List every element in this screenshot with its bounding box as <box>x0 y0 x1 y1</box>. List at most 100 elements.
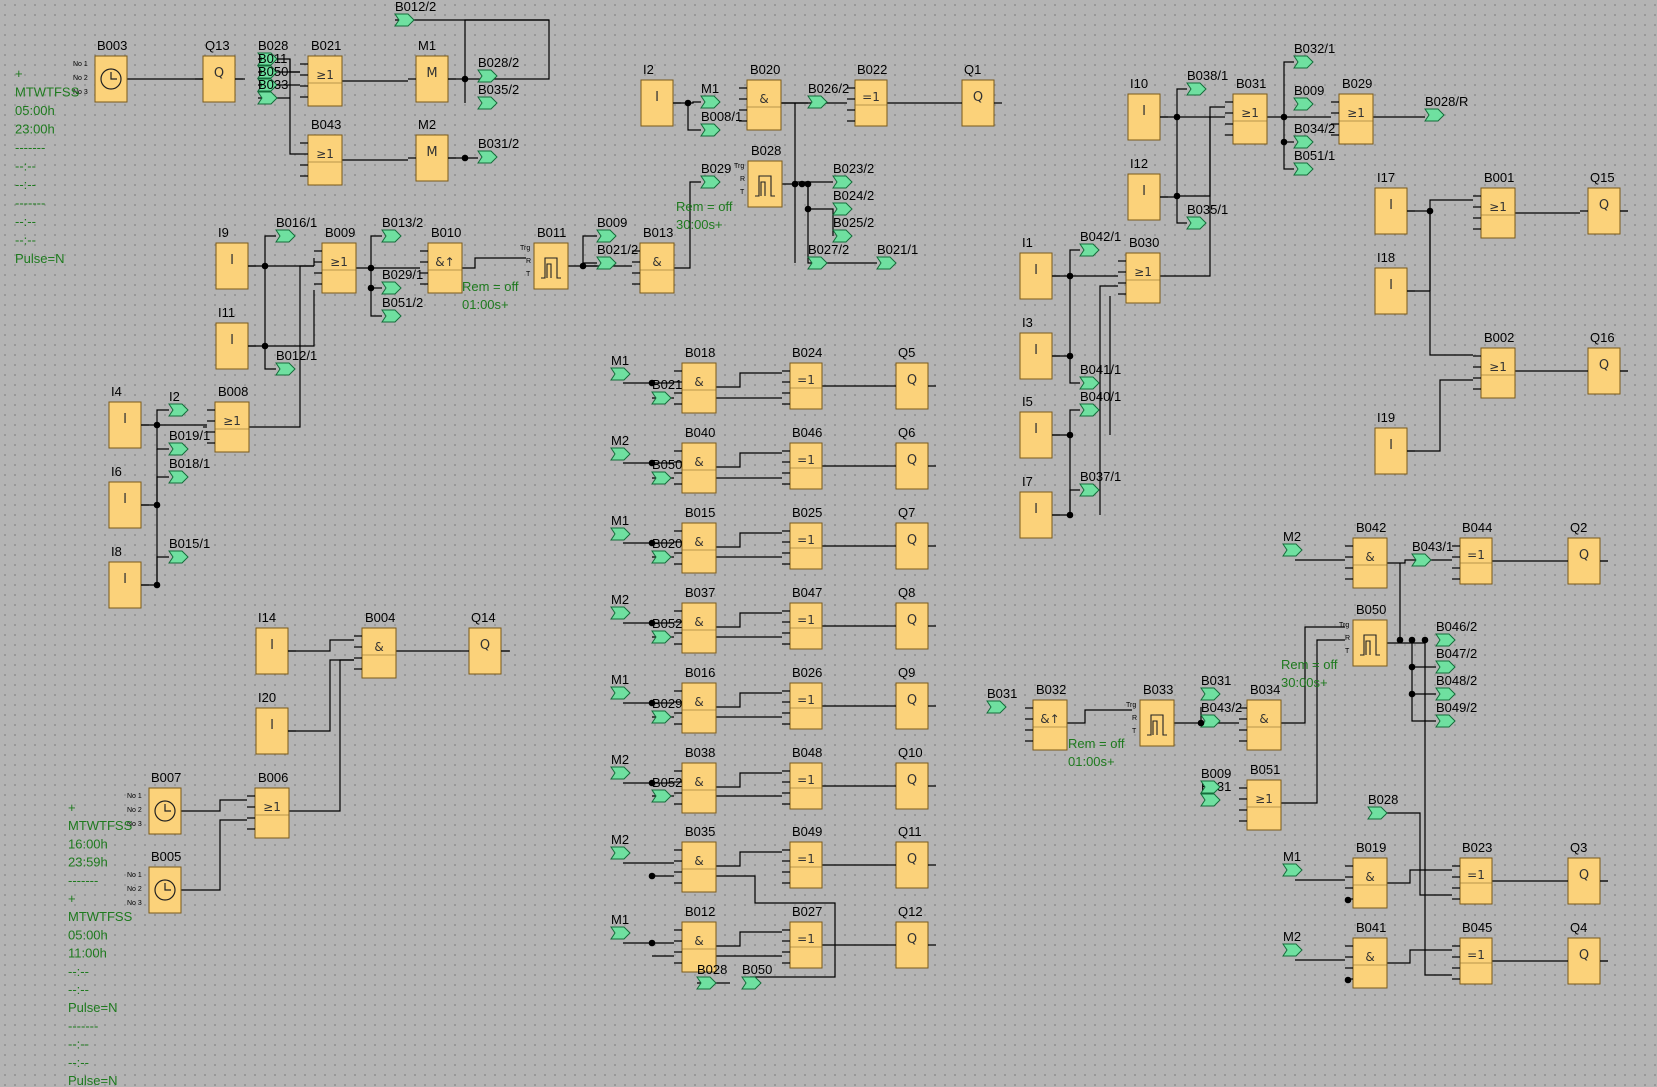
flag-b046-2[interactable]: B046/2 <box>1435 619 1477 647</box>
flag-b023-2[interactable]: B023/2 <box>832 161 874 189</box>
flag-b015-1[interactable]: B015/1 <box>168 536 210 564</box>
flag-b031[interactable]: B031 <box>986 686 1017 714</box>
block-q1[interactable]: Q1 Q <box>954 62 1002 127</box>
flag-b048-2[interactable]: B048/2 <box>1435 673 1477 701</box>
block-i10[interactable]: I10 I <box>1127 76 1168 141</box>
block-i7[interactable]: I7I <box>1019 474 1060 539</box>
block-b011[interactable]: B011 Trg RT <box>520 225 569 290</box>
flag-m1[interactable]: M1 <box>610 912 631 940</box>
flag-b049-2[interactable]: B049/2 <box>1435 700 1477 728</box>
block-b024[interactable]: B024 =1 <box>782 345 823 410</box>
block-b045[interactable]: B045 =1 <box>1452 920 1493 985</box>
flag-b050[interactable]: B050 <box>651 457 682 485</box>
flag-b028[interactable]: B028 <box>1367 792 1398 820</box>
block-b006[interactable]: B006 ≥1 <box>247 770 290 839</box>
flag-m2[interactable]: M2 <box>610 592 631 620</box>
flag-b043-1[interactable]: B043/1 <box>1411 539 1453 567</box>
block-b043[interactable]: B043 ≥1 <box>300 117 343 186</box>
block-b049[interactable]: B049 =1 <box>782 824 823 889</box>
block-b035[interactable]: B035 & <box>674 824 717 893</box>
block-q4[interactable]: Q4 Q <box>1560 920 1608 985</box>
flag-b019-1[interactable]: B019/1 <box>168 428 210 456</box>
block-b009[interactable]: B009 ≥1 <box>314 225 357 294</box>
flag-b040-1[interactable]: B040/1 <box>1079 389 1121 417</box>
flag-b009[interactable]: B009 <box>596 215 627 243</box>
block-i18[interactable]: I18 I <box>1374 250 1415 315</box>
flag-b028[interactable]: B028 <box>696 962 727 990</box>
block-b021[interactable]: B021 ≥1 <box>300 38 343 107</box>
block-b034[interactable]: B034 & <box>1239 682 1282 751</box>
flag-m1[interactable]: M1 <box>610 672 631 700</box>
block-m2a[interactable]: M2 M <box>408 117 456 182</box>
block-b033[interactable]: B033 Trg RT <box>1126 682 1175 747</box>
flag-b037-1[interactable]: B037/1 <box>1079 469 1121 497</box>
flag-m2[interactable]: M2 <box>610 832 631 860</box>
flag-b018-1[interactable]: B018/1 <box>168 456 210 484</box>
flag-b013-2[interactable]: B013/2 <box>381 215 423 243</box>
block-b010[interactable]: B010 &↑ <box>420 225 463 294</box>
block-b030[interactable]: B030 ≥1 <box>1118 235 1161 304</box>
block-b046[interactable]: B046 =1 <box>782 425 823 490</box>
block-b005[interactable]: B005 No 1 No 2 No 3 <box>127 849 182 914</box>
flag-m2[interactable]: M2 <box>610 433 631 461</box>
flag-b051-2[interactable]: B051/2 <box>381 295 423 323</box>
flag-b008-1[interactable]: B008/1 <box>700 109 742 137</box>
block-q13[interactable]: Q13 Q <box>195 38 243 103</box>
block-i4a[interactable]: I4I <box>108 384 149 449</box>
flag-b035-2[interactable]: B035/2 <box>477 82 519 110</box>
flag-b047-2[interactable]: B047/2 <box>1435 646 1477 674</box>
block-q6[interactable]: Q6 Q <box>888 425 936 490</box>
flag-b016-1[interactable]: B016/1 <box>275 215 317 243</box>
block-b013[interactable]: B013 & <box>632 225 675 294</box>
flag-m1[interactable]: M1 <box>610 513 631 541</box>
block-b047[interactable]: B047 =1 <box>782 585 823 650</box>
block-i6a[interactable]: I6I <box>108 464 149 529</box>
block-b026[interactable]: B026 =1 <box>782 665 823 730</box>
flag-b025-2[interactable]: B025/2 <box>832 215 874 243</box>
block-b020[interactable]: B020 & <box>739 62 782 131</box>
flag-b028-r[interactable]: B028/R <box>1424 94 1468 122</box>
flag-b031[interactable]: B031 <box>1200 673 1231 701</box>
flag-m1[interactable]: M1 <box>610 353 631 381</box>
block-b023[interactable]: B023 =1 <box>1452 840 1493 905</box>
block-q5[interactable]: Q5 Q <box>888 345 936 410</box>
block-b031[interactable]: B031 ≥1 <box>1225 76 1268 145</box>
block-b032[interactable]: B032 &↑ <box>1025 682 1068 751</box>
flag-b012-1[interactable]: B012/1 <box>275 348 317 376</box>
block-i3[interactable]: I3I <box>1019 315 1060 380</box>
flag-b029[interactable]: B029 <box>651 696 682 724</box>
flag-m2[interactable]: M2 <box>1282 529 1303 557</box>
block-b019[interactable]: B019 & <box>1345 840 1388 909</box>
flag-m2[interactable]: M2 <box>1282 929 1303 957</box>
diagram-canvas[interactable]: B003 No 1 No 2 No 3 Q13 Q B021 ≥1 M1 M B043 ≥1 M2 M I9… <box>0 0 1657 1087</box>
flag-b051-1[interactable]: B051/1 <box>1293 148 1335 176</box>
block-b041[interactable]: B041 & <box>1345 920 1388 989</box>
block-i12[interactable]: I12 I <box>1127 156 1168 221</box>
block-q9[interactable]: Q9 Q <box>888 665 936 730</box>
flag-b021-1[interactable]: B021/1 <box>876 242 918 270</box>
block-q10[interactable]: Q10 Q <box>888 745 936 810</box>
block-i17[interactable]: I17 I <box>1374 170 1415 235</box>
block-b001[interactable]: B001 ≥1 <box>1473 170 1516 239</box>
flag-b029[interactable]: B029 <box>700 161 731 189</box>
block-q2[interactable]: Q2 Q <box>1560 520 1608 585</box>
flag-b035-1[interactable]: B035/1 <box>1186 202 1228 230</box>
block-b004[interactable]: B004 & <box>354 610 397 679</box>
block-i14[interactable]: I14 I <box>255 610 296 675</box>
flag-b029-1[interactable]: B029/1 <box>381 267 423 295</box>
block-b029[interactable]: B029 ≥1 <box>1331 76 1374 145</box>
block-b044[interactable]: B044 =1 <box>1452 520 1493 585</box>
block-i19[interactable]: I19 I <box>1374 410 1415 475</box>
flag-b024-2[interactable]: B024/2 <box>832 188 874 216</box>
block-b048[interactable]: B048 =1 <box>782 745 823 810</box>
block-q3[interactable]: Q3 Q <box>1560 840 1608 905</box>
flag-b012-2[interactable]: B012/2 <box>394 0 436 27</box>
flag-b028-2[interactable]: B028/2 <box>477 55 519 83</box>
block-i11[interactable]: I11 I <box>215 305 256 370</box>
block-b051[interactable]: B051 ≥1 <box>1239 762 1282 831</box>
flag-b033[interactable]: B033 <box>257 77 288 105</box>
flag-b052[interactable]: B052 <box>651 616 682 644</box>
flag-b042-1[interactable]: B042/1 <box>1079 229 1121 257</box>
block-m1a[interactable]: M1 M <box>408 38 456 103</box>
block-b050[interactable]: B050 Trg RT <box>1339 602 1388 667</box>
